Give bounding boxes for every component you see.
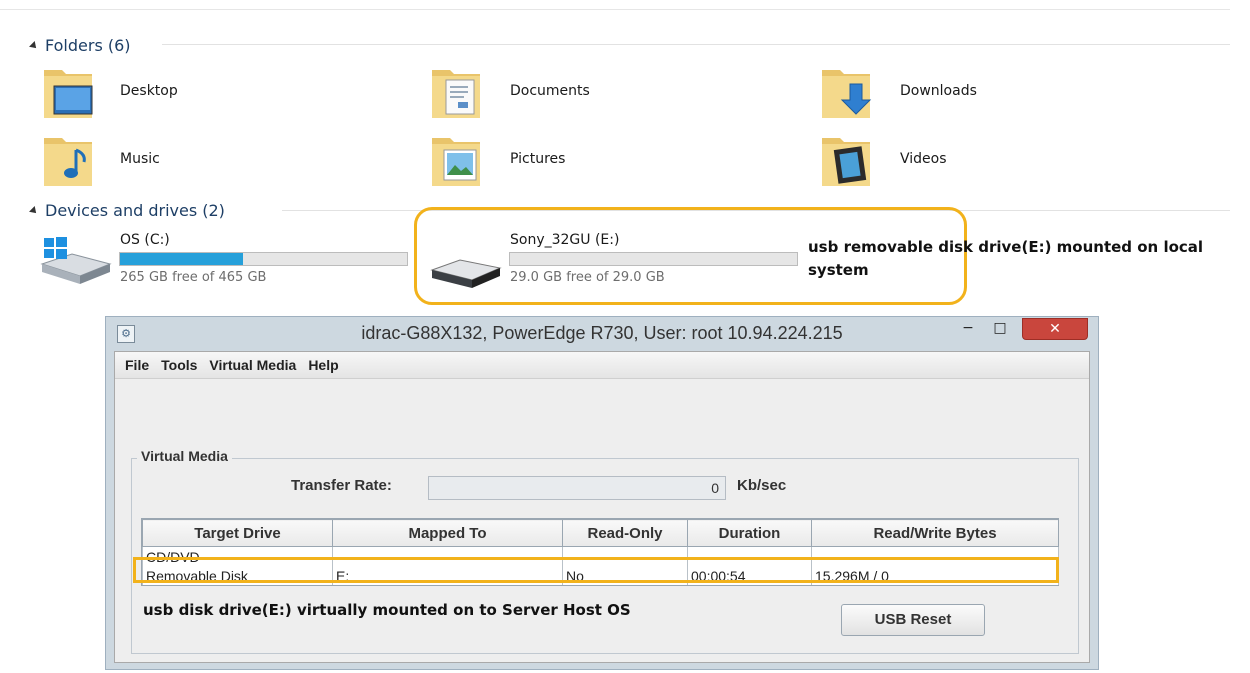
usb-reset-button[interactable]: USB Reset <box>841 604 985 636</box>
col-header-target-drive[interactable]: Target Drive <box>142 519 333 547</box>
devices-section-header[interactable]: Devices and drives (2) <box>29 201 225 220</box>
windows-drive-icon <box>40 237 112 284</box>
close-button[interactable]: ✕ <box>1022 318 1088 340</box>
title-bar[interactable]: ⚙ idrac-G88X132, PowerEdge R730, User: r… <box>106 317 1098 351</box>
collapse-arrow-icon <box>29 40 39 51</box>
drive-name-c[interactable]: OS (C:) <box>120 232 170 248</box>
menu-help[interactable]: Help <box>308 357 338 373</box>
collapse-arrow-icon <box>29 205 39 216</box>
transfer-rate-unit: Kb/sec <box>737 477 787 494</box>
folder-item-videos[interactable] <box>820 132 872 192</box>
folders-section-header[interactable]: Folders (6) <box>29 36 131 55</box>
menu-file[interactable]: File <box>125 357 149 373</box>
folder-label-downloads[interactable]: Downloads <box>900 83 977 99</box>
folders-header-label: Folders (6) <box>45 36 131 55</box>
col-header-mapped-to[interactable]: Mapped To <box>332 519 563 547</box>
downloads-folder-icon <box>822 70 872 118</box>
window-title: idrac-G88X132, PowerEdge R730, User: roo… <box>361 323 843 343</box>
menu-bar: File Tools Virtual Media Help <box>115 352 1089 379</box>
transfer-rate-field: 0 <box>428 476 726 500</box>
highlight-box-removable-row <box>133 557 1059 583</box>
devices-header-label: Devices and drives (2) <box>45 201 225 220</box>
folder-label-documents[interactable]: Documents <box>510 83 590 99</box>
menu-virtual-media[interactable]: Virtual Media <box>209 357 296 373</box>
folder-item-music[interactable] <box>42 132 94 192</box>
virtual-media-group-title: Virtual Media <box>137 448 232 464</box>
annotation-virtual-mount: usb disk drive(E:) virtually mounted on … <box>143 601 631 619</box>
maximize-button[interactable]: □ <box>986 318 1014 340</box>
folder-label-desktop[interactable]: Desktop <box>120 83 178 99</box>
videos-folder-icon <box>822 138 870 186</box>
table-header-row: Target Drive Mapped To Read-Only Duratio… <box>142 519 1059 547</box>
desktop-folder-icon <box>44 70 93 118</box>
col-header-read-only[interactable]: Read-Only <box>562 519 688 547</box>
drive-free-text-c: 265 GB free of 465 GB <box>120 270 267 285</box>
drive-usage-fill-c <box>120 253 244 265</box>
annotation-local-mount: usb removable disk drive(E:) mounted on … <box>808 238 1204 279</box>
music-folder-icon <box>44 138 92 186</box>
folders-section-rule <box>162 44 1230 45</box>
pictures-folder-icon <box>432 138 480 186</box>
folder-item-desktop[interactable] <box>42 64 94 124</box>
folder-item-downloads[interactable] <box>820 64 872 124</box>
menu-tools[interactable]: Tools <box>161 357 197 373</box>
minimize-button[interactable]: − <box>954 318 982 340</box>
col-header-read-write-bytes[interactable]: Read/Write Bytes <box>811 519 1059 547</box>
folder-label-videos[interactable]: Videos <box>900 151 947 167</box>
drive-usage-bar-c <box>119 252 408 266</box>
folder-label-pictures[interactable]: Pictures <box>510 151 565 167</box>
drive-item-c[interactable] <box>38 234 114 290</box>
transfer-rate-label: Transfer Rate: <box>291 477 392 494</box>
folder-item-pictures[interactable] <box>430 132 482 192</box>
col-header-duration[interactable]: Duration <box>687 519 812 547</box>
folder-item-documents[interactable] <box>430 64 482 124</box>
documents-folder-icon <box>432 70 480 118</box>
top-divider <box>0 9 1230 10</box>
folder-label-music[interactable]: Music <box>120 151 160 167</box>
